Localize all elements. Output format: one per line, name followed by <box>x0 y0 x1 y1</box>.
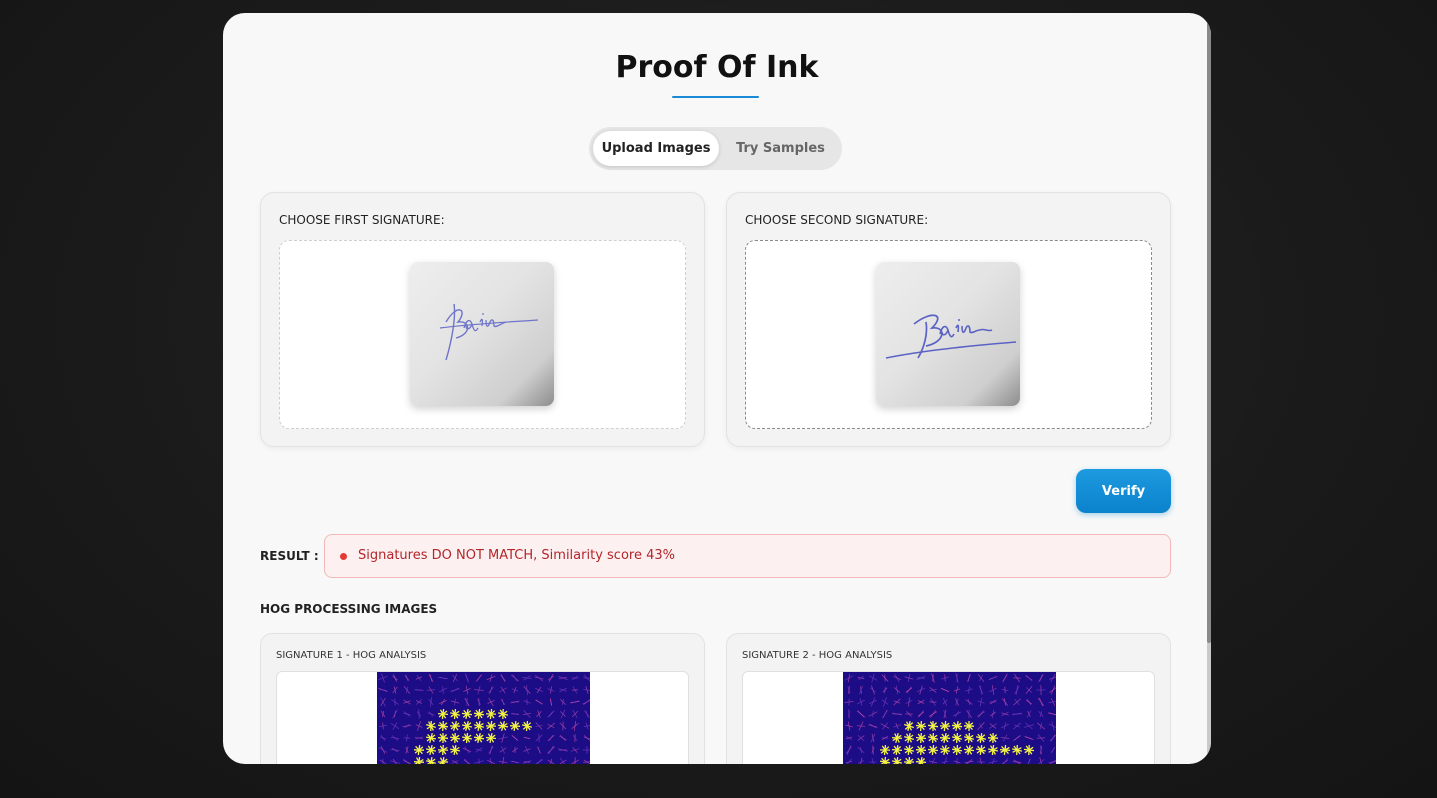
hog-frame-2 <box>742 671 1155 764</box>
scrollbar[interactable] <box>1207 13 1211 764</box>
hog-label-signature-1: SIGNATURE 1 - HOG ANALYSIS <box>276 650 427 661</box>
error-dot-icon <box>340 553 347 560</box>
first-signature-panel: CHOOSE FIRST SIGNATURE: <box>260 192 705 447</box>
tab-try-samples[interactable]: Try Samples <box>723 131 838 166</box>
hog-image-signature-2 <box>843 672 1056 764</box>
hog-label-signature-2: SIGNATURE 2 - HOG ANALYSIS <box>742 650 893 661</box>
second-signature-image <box>876 262 1020 406</box>
title-underline <box>672 96 759 98</box>
mode-toggle: Upload Images Try Samples <box>589 127 842 170</box>
first-signature-label: CHOOSE FIRST SIGNATURE: <box>279 213 445 227</box>
main-card: Proof Of Ink Upload Images Try Samples C… <box>223 13 1211 764</box>
result-label: RESULT : <box>260 549 319 563</box>
second-signature-label: CHOOSE SECOND SIGNATURE: <box>745 213 929 227</box>
hog-panel-signature-2: SIGNATURE 2 - HOG ANALYSIS <box>726 633 1171 764</box>
first-signature-image <box>410 262 554 406</box>
verify-button[interactable]: Verify <box>1076 469 1171 513</box>
result-message-box: Signatures DO NOT MATCH, Similarity scor… <box>324 534 1171 578</box>
hog-heading: HOG PROCESSING IMAGES <box>260 602 438 616</box>
second-signature-dropzone[interactable] <box>745 240 1152 429</box>
page-title: Proof Of Ink <box>615 50 819 85</box>
first-signature-dropzone[interactable] <box>279 240 686 429</box>
hog-image-signature-1 <box>377 672 590 764</box>
hog-panel-signature-1: SIGNATURE 1 - HOG ANALYSIS <box>260 633 705 764</box>
result-message: Signatures DO NOT MATCH, Similarity scor… <box>358 548 675 563</box>
scrollbar-thumb[interactable] <box>1207 13 1211 643</box>
second-signature-panel: CHOOSE SECOND SIGNATURE: <box>726 192 1171 447</box>
tab-upload-images[interactable]: Upload Images <box>593 131 719 166</box>
hog-frame-1 <box>276 671 689 764</box>
